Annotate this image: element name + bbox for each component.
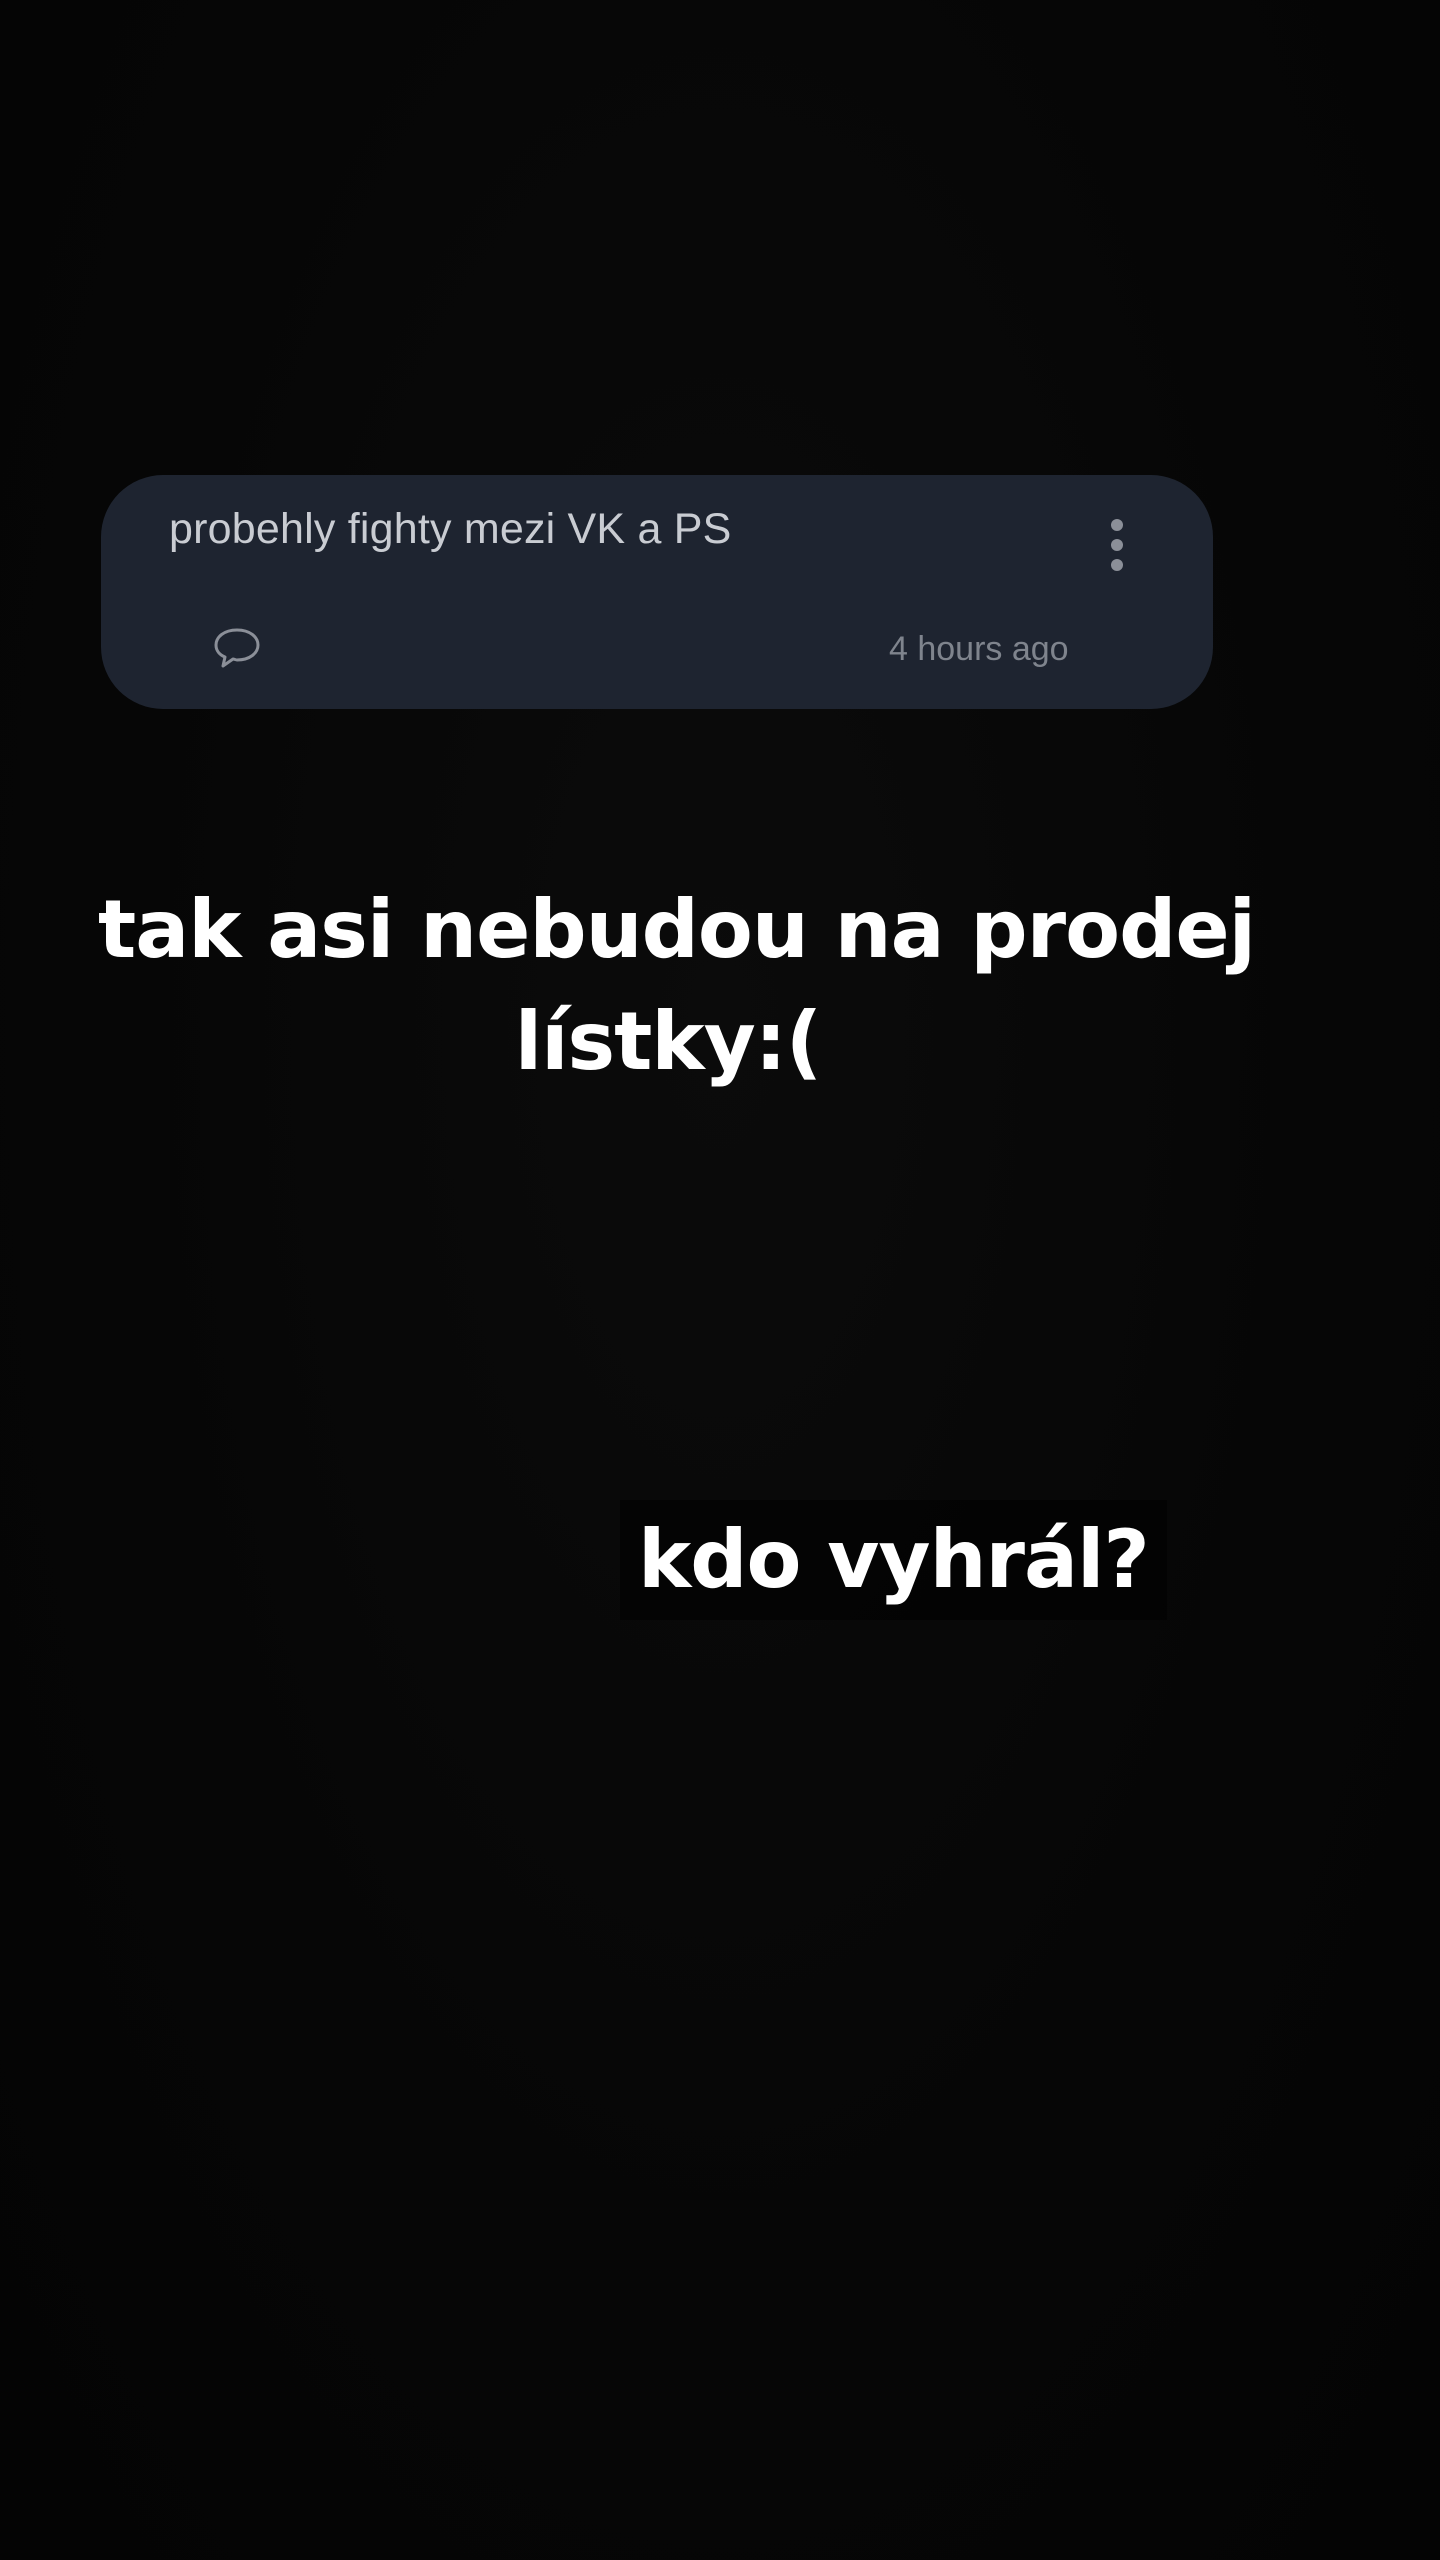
more-vertical-icon-dot [1111, 559, 1123, 571]
caption-line-2: lístky:( [514, 995, 823, 1088]
more-vertical-icon-dot [1111, 539, 1123, 551]
post-timestamp: 4 hours ago [889, 630, 1069, 668]
post-text: probehly fighty mezi VK a PS [169, 505, 732, 553]
caption-line-1: tak asi nebudou na prodej [98, 883, 1256, 976]
more-vertical-icon [1111, 519, 1123, 531]
story-background [0, 0, 1440, 2560]
caption-question: kdo vyhrál? [620, 1500, 1167, 1620]
comment-bubble-icon [214, 628, 260, 668]
comment-button[interactable] [211, 625, 263, 671]
question-post-card[interactable]: probehly fighty mezi VK a PS 4 hours ago [101, 475, 1213, 709]
more-options-button[interactable] [1091, 509, 1143, 581]
